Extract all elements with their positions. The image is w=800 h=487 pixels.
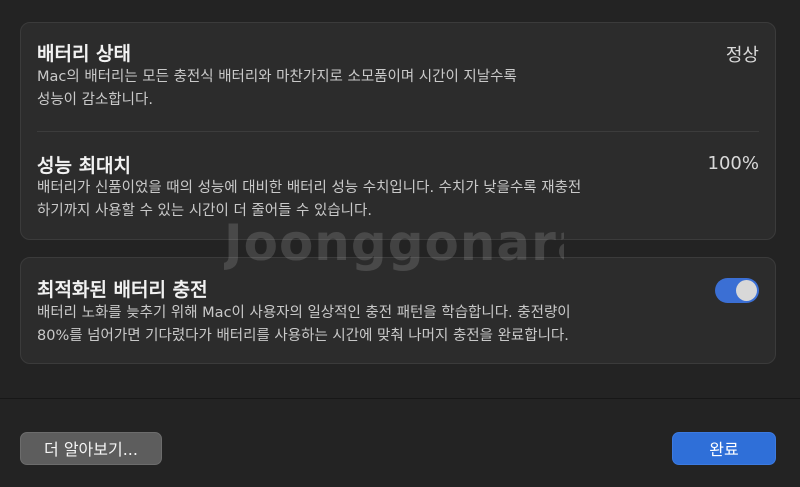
battery-health-card: 배터리 상태 정상 Mac의 배터리는 모든 충전식 배터리와 마찬가지로 소모… bbox=[20, 22, 776, 240]
done-button[interactable]: 완료 bbox=[672, 432, 776, 465]
optimized-charging-card: 최적화된 배터리 충전 배터리 노화를 늦추기 위해 Mac이 사용자의 일상적… bbox=[20, 257, 776, 364]
maximum-capacity-title: 성능 최대치 bbox=[37, 155, 132, 177]
learn-more-button[interactable]: 더 알아보기... bbox=[20, 432, 162, 465]
optimized-charging-description: 배터리 노화를 늦추기 위해 Mac이 사용자의 일상적인 충전 패턴을 학습합… bbox=[37, 305, 571, 344]
battery-health-value: 정상 bbox=[725, 45, 759, 66]
optimized-charging-title: 최적화된 배터리 충전 bbox=[37, 279, 208, 301]
section-divider bbox=[37, 131, 759, 132]
toggle-knob bbox=[736, 280, 757, 301]
footer-separator bbox=[0, 398, 800, 399]
optimized-charging-toggle[interactable] bbox=[715, 278, 759, 303]
battery-health-description: Mac의 배터리는 모든 충전식 배터리와 마찬가지로 소모품이며 시간이 지날… bbox=[37, 69, 517, 108]
battery-health-title: 배터리 상태 bbox=[37, 43, 132, 65]
maximum-capacity-description: 배터리가 신품이었을 때의 성능에 대비한 배터리 성능 수치입니다. 수치가 … bbox=[37, 180, 582, 219]
maximum-capacity-value: 100% bbox=[707, 153, 759, 174]
